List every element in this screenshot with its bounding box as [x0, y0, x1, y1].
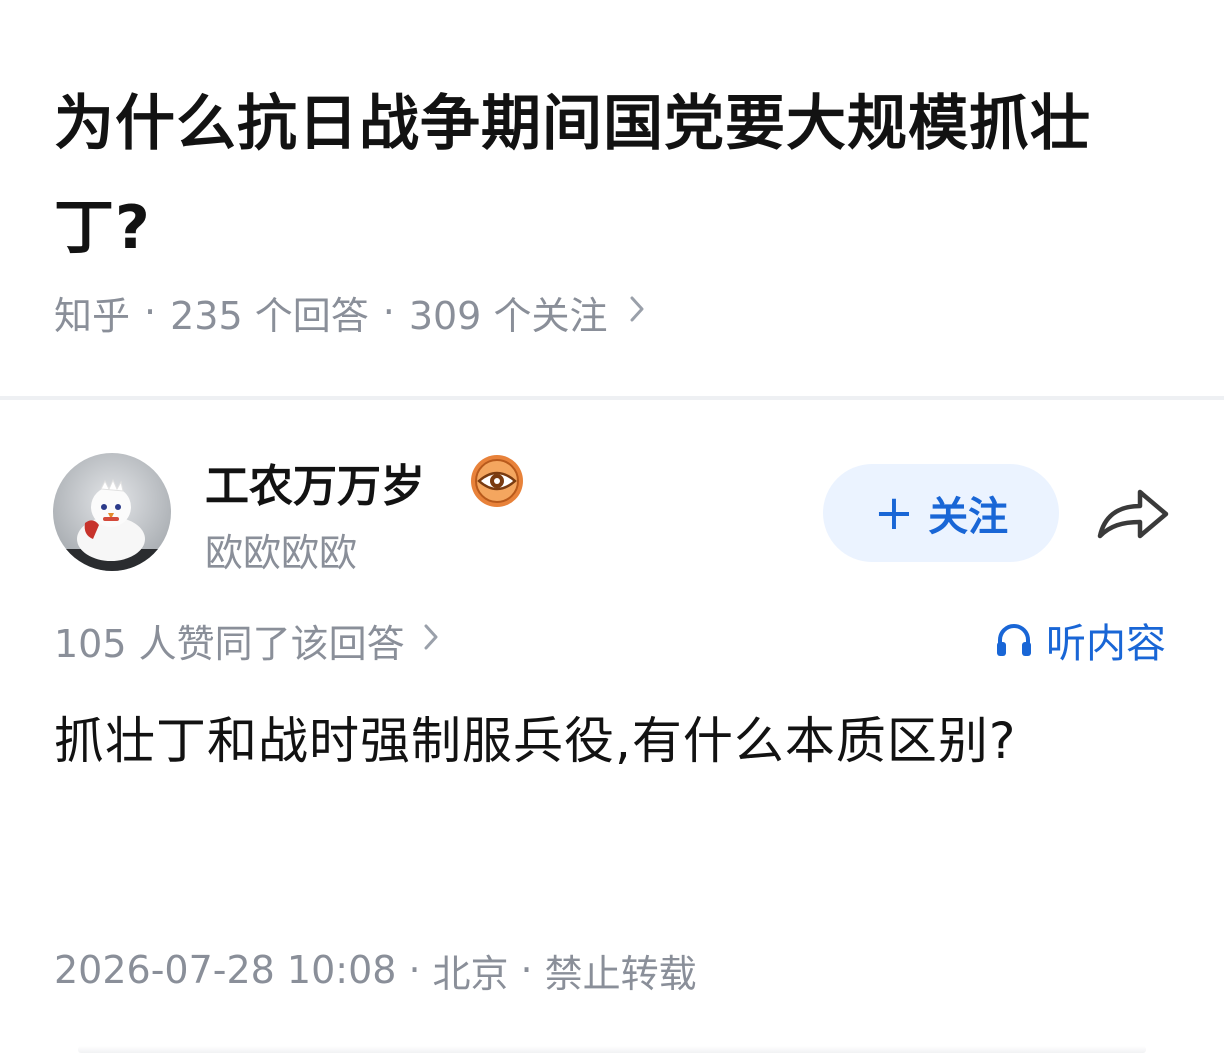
section-divider — [0, 396, 1224, 400]
chevron-right-icon — [423, 620, 439, 660]
bottom-fade — [78, 1046, 1146, 1053]
source-label: 知乎 — [54, 293, 131, 338]
eye-badge-icon[interactable] — [469, 453, 525, 509]
copyright-notice: 禁止转载 — [544, 951, 697, 996]
answer-time: 2026-07-28 10:08 — [54, 948, 397, 992]
question-meta[interactable]: 知乎 · 235 个回答 · 309 个关注 — [54, 282, 645, 342]
answer-content[interactable]: 抓壮丁和战时强制服兵役,有什么本质区别? — [54, 696, 1114, 786]
follow-button[interactable]: + 关注 — [823, 464, 1059, 562]
meta-separator: · — [382, 290, 395, 334]
chevron-right-icon — [629, 292, 645, 332]
follower-count: 309 个关注 — [408, 293, 608, 338]
voteup-count[interactable]: 105 人赞同了该回答 — [54, 612, 439, 668]
share-icon[interactable] — [1094, 484, 1172, 544]
author-bio: 欧欧欧欧 — [205, 530, 358, 575]
answer-location: 北京 — [432, 951, 509, 996]
follow-label: 关注 — [928, 494, 1009, 540]
plus-icon: + — [873, 485, 915, 541]
voteup-text: 105 人赞同了该回答 — [54, 621, 405, 666]
question-title[interactable]: 为什么抗日战争期间国党要大规模抓壮丁? — [54, 72, 1144, 280]
listen-label: 听内容 — [1046, 621, 1166, 667]
headphones-icon — [997, 624, 1031, 656]
answer-footer: 2026-07-28 10:08 · 北京 · 禁止转载 — [54, 942, 697, 998]
meta-separator: · — [144, 290, 157, 334]
listen-button[interactable]: 听内容 — [994, 612, 1166, 668]
answer-count: 235 个回答 — [170, 293, 369, 338]
footer-separator: · — [408, 948, 421, 992]
author-avatar[interactable] — [53, 453, 171, 571]
footer-separator: · — [520, 948, 533, 992]
author-name[interactable]: 工农万万岁 — [205, 452, 425, 512]
